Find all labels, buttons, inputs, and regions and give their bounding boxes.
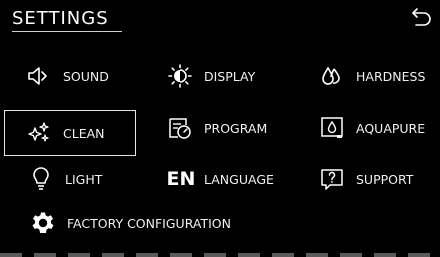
program-label: PROGRAM xyxy=(204,120,268,136)
title-underline xyxy=(12,31,122,32)
clean-label: CLEAN xyxy=(63,125,105,141)
hardness-label: HARDNESS xyxy=(356,68,426,84)
settings-screen: SETTINGS SOUND DISPLAY HARDNESS CLEAN PR… xyxy=(0,0,440,257)
bulb-icon xyxy=(29,167,53,191)
menu-item-light[interactable]: LIGHT xyxy=(29,161,102,197)
menu-item-sound[interactable]: SOUND xyxy=(27,58,109,94)
program-timer-icon xyxy=(168,116,192,140)
sun-brightness-icon xyxy=(168,64,192,88)
display-label: DISPLAY xyxy=(204,68,256,84)
menu-item-support[interactable]: SUPPORT xyxy=(320,161,413,197)
menu-item-program[interactable]: PROGRAM xyxy=(168,110,267,146)
gear-icon xyxy=(31,211,55,235)
page-title: SETTINGS xyxy=(12,8,109,29)
question-icon xyxy=(320,167,344,191)
menu-item-clean[interactable]: CLEAN xyxy=(4,110,136,156)
sparkle-icon xyxy=(27,121,51,145)
page-indicator-dashes xyxy=(0,253,440,257)
water-drops-icon xyxy=(320,64,344,88)
language-label: LANGUAGE xyxy=(204,171,274,187)
filter-drop-icon xyxy=(320,116,344,140)
menu-item-language[interactable]: EN LANGUAGE xyxy=(166,161,274,197)
menu-item-aquapure[interactable]: AQUAPURE xyxy=(320,110,425,146)
light-label: LIGHT xyxy=(65,171,103,187)
speaker-icon xyxy=(27,64,51,88)
menu-item-display[interactable]: DISPLAY xyxy=(168,58,255,94)
aquapure-label: AQUAPURE xyxy=(356,120,426,136)
back-button[interactable] xyxy=(410,5,434,29)
factory-configuration-label: FACTORY CONFIGURATION xyxy=(67,215,231,231)
sound-label: SOUND xyxy=(63,68,109,84)
back-arrow-icon xyxy=(412,8,431,26)
menu-item-hardness[interactable]: HARDNESS xyxy=(320,58,425,94)
support-label: SUPPORT xyxy=(356,171,414,187)
language-code: EN xyxy=(166,167,196,190)
menu-item-factory-configuration[interactable]: FACTORY CONFIGURATION xyxy=(31,205,231,241)
